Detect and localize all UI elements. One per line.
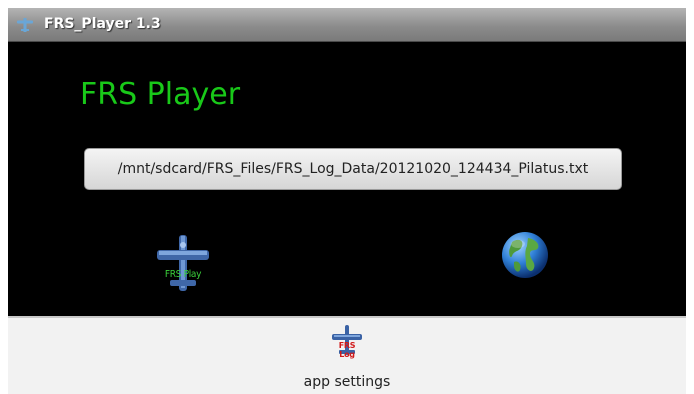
app-settings-button[interactable]: FRS Log app settings — [8, 316, 686, 394]
title-bar: FRS_Player 1.3 — [8, 8, 686, 42]
airplane-play-icon — [157, 235, 209, 291]
app-title: FRS_Player 1.3 — [44, 16, 161, 32]
log-file-path-button[interactable]: /mnt/sdcard/FRS_Files/FRS_Log_Data/20121… — [84, 148, 622, 190]
app-settings-label: app settings — [303, 374, 391, 390]
globe-icon — [502, 232, 548, 278]
page-title: FRS Player — [80, 77, 241, 112]
airplane-icon — [17, 18, 33, 32]
frs-log-label: FRS Log — [338, 341, 356, 359]
frs-play-button[interactable]: FRS Play — [150, 233, 216, 293]
app-screen: FRS_Player 1.3 FRS Player /mnt/sdcard/FR… — [8, 8, 686, 394]
globe-map-button[interactable] — [500, 230, 550, 280]
frs-play-label: FRS Play — [164, 269, 202, 280]
airplane-log-icon: FRS Log — [330, 324, 364, 359]
